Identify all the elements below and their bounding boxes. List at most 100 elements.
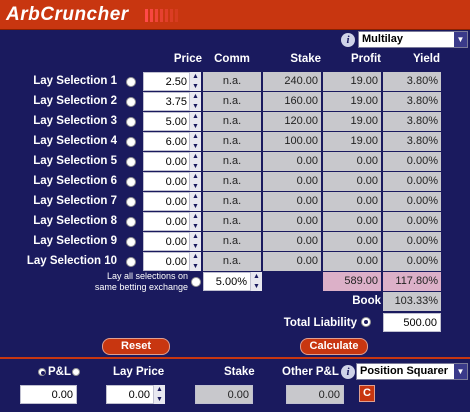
stake-cell: 240.00 (263, 72, 321, 91)
reset-button[interactable]: Reset (102, 338, 170, 355)
chevron-down-icon[interactable]: ▼ (190, 202, 201, 211)
total-liability-input[interactable]: 500.00 (383, 313, 441, 332)
price-stepper[interactable]: ▲ ▼ (190, 252, 201, 271)
chevron-down-icon[interactable]: ▼ (154, 395, 165, 404)
chevron-up-icon[interactable]: ▲ (251, 272, 262, 281)
chevron-down-icon[interactable]: ▼ (190, 122, 201, 131)
price-input[interactable]: 3.75 (143, 92, 190, 111)
same-exchange-comm-stepper[interactable]: ▲ ▼ (251, 272, 262, 291)
stake-cell: 100.00 (263, 132, 321, 151)
chevron-down-icon[interactable]: ▼ (251, 282, 262, 291)
chevron-up-icon[interactable]: ▲ (190, 172, 201, 181)
price-input[interactable]: 0.00 (143, 152, 190, 171)
chevron-down-icon[interactable]: ▼ (190, 142, 201, 151)
total-liability-label: Total Liability (283, 317, 357, 329)
profit-cell: 19.00 (323, 72, 381, 91)
yield-cell: 0.00% (383, 232, 441, 251)
lay-price-input[interactable]: 0.00 (106, 385, 154, 404)
row-label: Lay Selection 8 (33, 215, 117, 227)
exchange-select[interactable]: Multilay ▼ (358, 31, 468, 48)
pl-input[interactable]: 0.00 (20, 385, 77, 404)
chevron-down-icon[interactable]: ▼ (190, 102, 201, 111)
yield-cell: 3.80% (383, 132, 441, 151)
comm-cell: n.a. (203, 212, 261, 231)
pl-radio-left[interactable] (38, 368, 46, 376)
price-input[interactable]: 0.00 (143, 192, 190, 211)
chevron-up-icon[interactable]: ▲ (190, 192, 201, 201)
title-bar: ArbCruncher (0, 0, 470, 30)
yield-cell: 0.00% (383, 212, 441, 231)
chevron-down-icon[interactable]: ▼ (190, 182, 201, 191)
comm-cell: n.a. (203, 112, 261, 131)
profit-cell: 0.00 (323, 172, 381, 191)
chevron-down-icon[interactable]: ▼ (190, 82, 201, 91)
price-stepper[interactable]: ▲ ▼ (190, 192, 201, 211)
header-profit: Profit (350, 53, 381, 65)
total-profit: 589.00 (323, 272, 381, 291)
profit-cell: 0.00 (323, 232, 381, 251)
row-radio[interactable] (126, 177, 136, 187)
mode-select[interactable]: Position Squarer ▼ (356, 363, 468, 380)
clear-button[interactable]: C (359, 385, 375, 402)
price-input[interactable]: 2.50 (143, 72, 190, 91)
chevron-up-icon[interactable]: ▲ (190, 252, 201, 261)
comm-cell: n.a. (203, 252, 261, 271)
row-label: Lay Selection 6 (33, 175, 117, 187)
row-label: Lay Selection 4 (33, 135, 117, 147)
stake-output: 0.00 (195, 385, 253, 404)
chevron-up-icon[interactable]: ▲ (190, 152, 201, 161)
pl-radio-right[interactable] (72, 368, 80, 376)
price-stepper[interactable]: ▲ ▼ (190, 152, 201, 171)
price-input[interactable]: 0.00 (143, 232, 190, 251)
price-input[interactable]: 6.00 (143, 132, 190, 151)
row-radio[interactable] (126, 97, 136, 107)
chevron-up-icon[interactable]: ▲ (190, 232, 201, 241)
app-window: ArbCruncher i Multilay ▼ Price Comm Stak… (0, 0, 470, 412)
pl-label: P&L (48, 366, 71, 378)
price-input[interactable]: 5.00 (143, 112, 190, 131)
same-exchange-radio[interactable] (191, 277, 201, 287)
yield-cell: 3.80% (383, 72, 441, 91)
mode-select-value: Position Squarer (360, 365, 449, 377)
chevron-down-icon[interactable]: ▼ (190, 262, 201, 271)
price-input[interactable]: 0.00 (143, 172, 190, 191)
profit-cell: 0.00 (323, 152, 381, 171)
price-stepper[interactable]: ▲ ▼ (190, 72, 201, 91)
price-stepper[interactable]: ▲ ▼ (190, 232, 201, 251)
other-pl-output: 0.00 (286, 385, 344, 404)
chevron-down-icon[interactable]: ▼ (190, 242, 201, 251)
info-icon[interactable]: i (341, 365, 355, 379)
header-yield: Yield (412, 53, 440, 65)
row-radio[interactable] (126, 117, 136, 127)
row-radio[interactable] (126, 77, 136, 87)
row-radio[interactable] (126, 157, 136, 167)
chevron-down-icon[interactable]: ▼ (190, 162, 201, 171)
same-exchange-comm-input[interactable]: 5.00% (203, 272, 251, 291)
profit-cell: 0.00 (323, 212, 381, 231)
chevron-up-icon[interactable]: ▲ (190, 92, 201, 101)
chevron-up-icon[interactable]: ▲ (190, 72, 201, 81)
row-radio[interactable] (126, 137, 136, 147)
total-liability-radio[interactable] (361, 317, 371, 327)
chevron-up-icon[interactable]: ▲ (190, 112, 201, 121)
row-radio[interactable] (126, 257, 136, 267)
chevron-up-icon[interactable]: ▲ (154, 385, 165, 394)
info-icon[interactable]: i (341, 33, 355, 47)
chevron-up-icon[interactable]: ▲ (190, 132, 201, 141)
price-stepper[interactable]: ▲ ▼ (190, 112, 201, 131)
app-title: ArbCruncher (6, 4, 129, 25)
lay-price-stepper[interactable]: ▲ ▼ (154, 385, 165, 404)
price-input[interactable]: 0.00 (143, 252, 190, 271)
price-stepper[interactable]: ▲ ▼ (190, 132, 201, 151)
calculate-button[interactable]: Calculate (300, 338, 368, 355)
chevron-up-icon[interactable]: ▲ (190, 212, 201, 221)
price-stepper[interactable]: ▲ ▼ (190, 172, 201, 191)
price-stepper[interactable]: ▲ ▼ (190, 92, 201, 111)
row-radio[interactable] (126, 217, 136, 227)
price-stepper[interactable]: ▲ ▼ (190, 212, 201, 231)
row-radio[interactable] (126, 237, 136, 247)
chevron-down-icon[interactable]: ▼ (190, 222, 201, 231)
profit-cell: 19.00 (323, 112, 381, 131)
row-radio[interactable] (126, 197, 136, 207)
price-input[interactable]: 0.00 (143, 212, 190, 231)
